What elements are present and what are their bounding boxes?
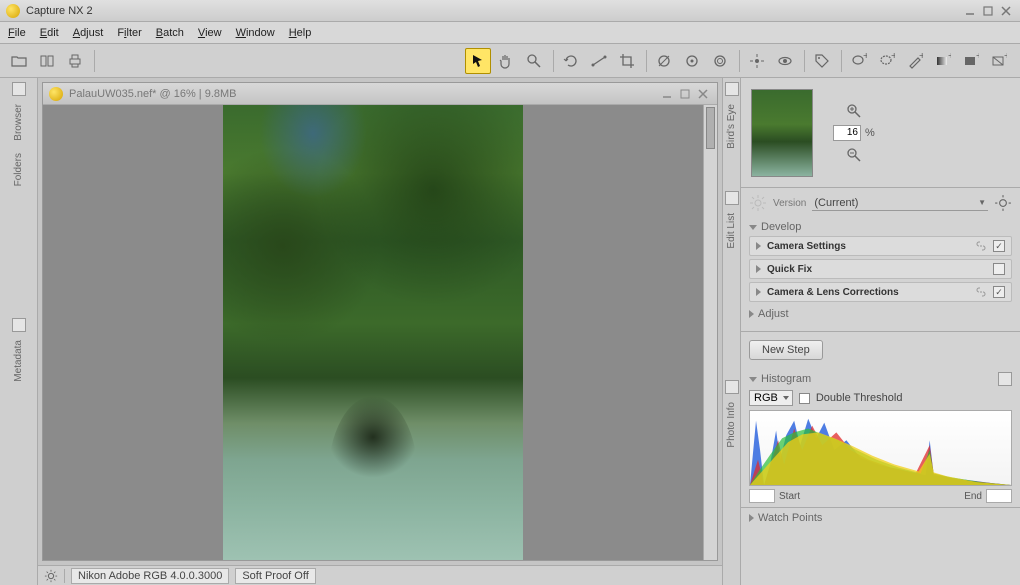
menu-bar: File Edit Adjust Filter Batch View Windo… [0,22,1020,44]
menu-window[interactable]: Window [236,27,275,39]
link-icon [975,286,987,298]
histogram-label: Histogram [761,373,811,385]
remove-plus-button[interactable]: + [986,48,1012,74]
redeye-button[interactable] [772,48,798,74]
develop-item-lens-corrections[interactable]: Camera & Lens Corrections ✓ [749,282,1012,302]
checkbox[interactable] [993,263,1005,275]
black-point-button[interactable] [651,48,677,74]
develop-item-camera-settings[interactable]: Camera Settings ✓ [749,236,1012,256]
app-logo-icon [6,4,20,18]
photoinfo-panel-toggle[interactable] [725,380,739,394]
link-icon [975,240,987,252]
develop-item-quick-fix[interactable]: Quick Fix [749,259,1012,279]
browser-panel-toggle[interactable] [12,82,26,96]
zoom-input[interactable] [833,125,861,141]
doc-minimize-button[interactable] [659,87,675,101]
new-step-button[interactable]: New Step [749,340,823,360]
editlist-panel-label: Edit List [726,209,737,253]
zoom-in-icon[interactable] [846,103,862,119]
histogram-end-input[interactable] [986,489,1012,503]
open-folder-button[interactable] [6,48,32,74]
maximize-button[interactable] [980,4,996,18]
checkbox[interactable]: ✓ [993,240,1005,252]
document-icon [49,87,63,101]
close-button[interactable] [998,4,1014,18]
menu-help[interactable]: Help [289,27,312,39]
histogram-popout-button[interactable] [998,372,1012,386]
arrow-tool-button[interactable] [465,48,491,74]
histogram-start-input[interactable] [749,489,775,503]
label-button[interactable] [809,48,835,74]
svg-text:+: + [919,53,923,62]
birdseye-panel-toggle[interactable] [725,82,739,96]
histogram-end-label: End [964,491,982,502]
minimize-button[interactable] [962,4,978,18]
sun-icon [749,194,767,212]
editlist-panel-toggle[interactable] [725,191,739,205]
birdseye-panel-label: Bird's Eye [726,100,737,153]
menu-edit[interactable]: Edit [40,27,59,39]
neutral-point-button[interactable] [707,48,733,74]
zoom-tool-button[interactable] [521,48,547,74]
svg-text:+: + [891,53,895,62]
birdseye-thumbnail[interactable] [751,89,813,177]
document-title: PalauUW035.nef* @ 16% | 9.8MB [69,88,237,100]
browser-panel-label: Browser [13,100,24,145]
compare-button[interactable] [34,48,60,74]
crop-button[interactable] [614,48,640,74]
menu-adjust[interactable]: Adjust [73,27,104,39]
gear-icon[interactable] [44,569,58,583]
editlist-gear-icon[interactable] [994,194,1012,212]
menu-batch[interactable]: Batch [156,27,184,39]
soft-proof-field[interactable]: Soft Proof Off [235,568,315,584]
rotate-button[interactable] [558,48,584,74]
gradient-plus-button[interactable]: + [930,48,956,74]
doc-close-button[interactable] [695,87,711,101]
adjust-section-header[interactable]: Adjust [749,305,1012,323]
svg-text:+: + [976,53,979,62]
menu-file[interactable]: File [8,27,26,39]
toolbar: + + + + + + [0,44,1020,78]
straighten-button[interactable] [586,48,612,74]
double-threshold-label: Double Threshold [816,392,903,404]
zoom-unit-label: % [865,127,875,139]
histogram-display [749,410,1012,486]
color-profile-field[interactable]: Nikon Adobe RGB 4.0.0.3000 [71,568,229,584]
print-button[interactable] [62,48,88,74]
histogram-start-label: Start [779,491,800,502]
svg-text:+: + [863,53,867,62]
svg-text:+: + [948,53,951,62]
menu-filter[interactable]: Filter [117,27,141,39]
image-canvas[interactable] [223,105,523,560]
histogram-channel-select[interactable]: RGB [749,390,793,406]
develop-section-header[interactable]: Develop [749,218,1012,236]
svg-text:+: + [1004,53,1007,62]
zoom-out-icon[interactable] [846,147,862,163]
version-label: Version [773,198,806,209]
folders-panel-label: Folders [13,149,24,190]
checkbox[interactable]: ✓ [993,286,1005,298]
fill-plus-button[interactable]: + [958,48,984,74]
brush-plus-button[interactable]: + [902,48,928,74]
double-threshold-checkbox[interactable] [799,393,810,404]
app-title: Capture NX 2 [26,5,93,17]
lasso-minus-button[interactable]: + [874,48,900,74]
metadata-panel-toggle[interactable] [12,318,26,332]
photoinfo-panel-label: Photo Info [726,398,737,452]
watch-points-header[interactable]: Watch Points [741,507,1020,528]
white-point-button[interactable] [679,48,705,74]
doc-maximize-button[interactable] [677,87,693,101]
menu-view[interactable]: View [198,27,222,39]
hand-tool-button[interactable] [493,48,519,74]
control-point-button[interactable] [744,48,770,74]
metadata-panel-label: Metadata [13,336,24,386]
vertical-scrollbar[interactable] [703,105,717,560]
version-select[interactable]: (Current) ▼ [812,196,988,211]
lasso-plus-button[interactable]: + [846,48,872,74]
